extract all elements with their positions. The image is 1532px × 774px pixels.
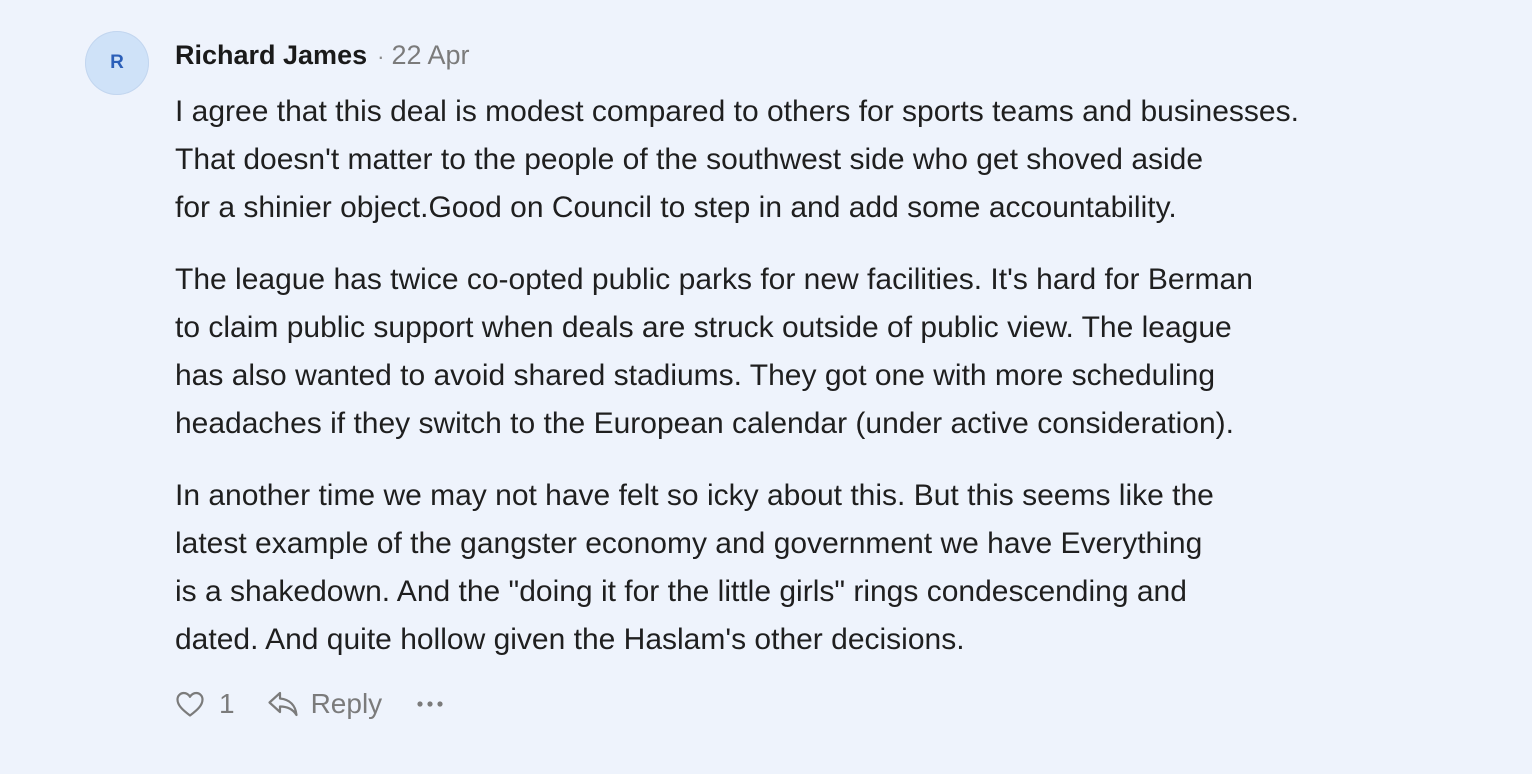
author-name[interactable]: Richard James (175, 40, 367, 71)
like-button[interactable]: 1 (175, 688, 235, 720)
text-line: has also wanted to avoid shared stadiums… (175, 359, 1216, 392)
text-line: is a shakedown. And the "doing it for th… (175, 575, 1187, 608)
text-line: latest example of the gangster economy a… (175, 527, 1203, 560)
meta-separator: · (377, 44, 385, 69)
comment-paragraph: I agree that this deal is modest compare… (175, 88, 1475, 232)
comment-paragraph: In another time we may not have felt so … (175, 472, 1475, 664)
avatar-initial: R (110, 52, 124, 73)
comment-body: I agree that this deal is modest compare… (175, 88, 1475, 664)
text-line: The league has twice co-opted public par… (175, 263, 1253, 296)
reply-label: Reply (310, 688, 383, 719)
comment-paragraph: The league has twice co-opted public par… (175, 256, 1475, 448)
reply-button[interactable]: Reply (267, 688, 383, 720)
avatar[interactable]: R (85, 31, 149, 95)
comment: R Richard James · 22 Apr I agree that th… (0, 0, 1532, 774)
text-line: That doesn't matter to the people of the… (175, 143, 1204, 176)
ellipsis-icon (416, 700, 444, 708)
text-line: In another time we may not have felt so … (175, 479, 1214, 512)
comment-actions: 1 Reply (175, 684, 444, 724)
text-line: to claim public support when deals are s… (175, 311, 1232, 344)
comment-date[interactable]: 22 Apr (391, 40, 469, 71)
like-count: 1 (219, 688, 235, 719)
text-line: dated. And quite hollow given the Haslam… (175, 623, 965, 656)
heart-icon (175, 690, 205, 718)
reply-arrow-icon (267, 690, 299, 718)
more-options-button[interactable] (416, 700, 444, 708)
text-line: headaches if they switch to the European… (175, 407, 1234, 440)
text-line: for a shinier object.Good on Council to … (175, 191, 1177, 224)
text-line: I agree that this deal is modest compare… (175, 95, 1299, 128)
comment-header: Richard James · 22 Apr (175, 40, 470, 72)
